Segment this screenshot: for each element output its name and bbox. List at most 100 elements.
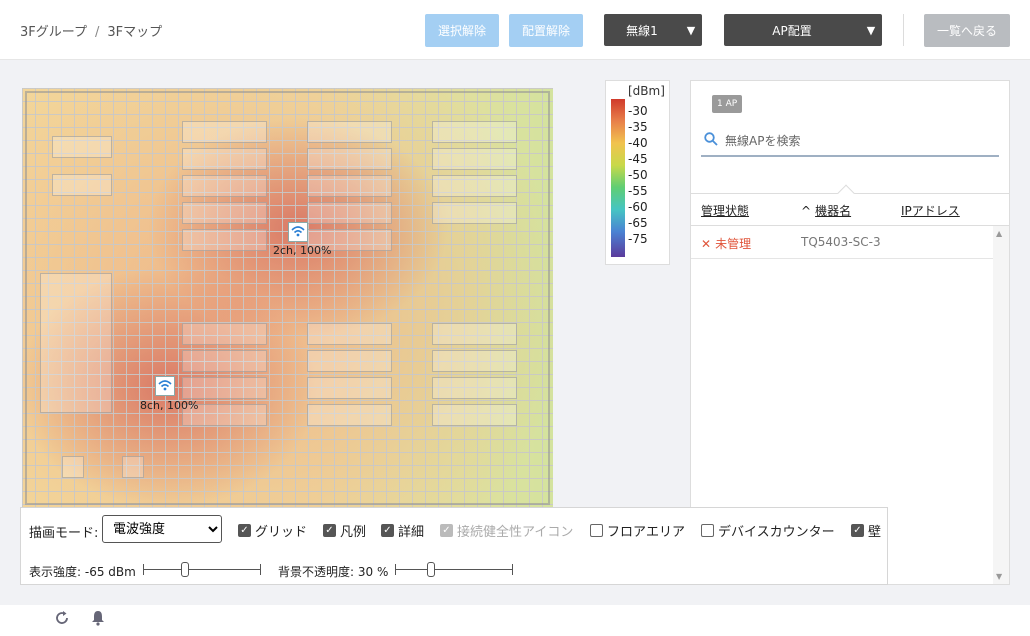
column-header-ip[interactable]: IPアドレス	[901, 202, 960, 219]
checkbox-checked-icon: ✓	[440, 524, 453, 537]
wifi-icon	[291, 225, 305, 240]
footer-bar	[0, 605, 1030, 636]
checkbox-unchecked-icon	[590, 524, 603, 537]
slider-track	[395, 569, 513, 570]
ap-place-dropdown-label: AP配置	[772, 23, 812, 38]
scroll-up-icon[interactable]: ▲	[996, 229, 1002, 238]
ap-place-dropdown[interactable]: AP配置 ▼	[724, 14, 882, 46]
floor-room	[182, 202, 267, 224]
caret-down-icon: ▼	[866, 23, 876, 37]
search-icon	[704, 132, 718, 150]
legend-color-bar	[611, 99, 625, 257]
health-icon-checkbox-label: 接続健全性アイコン	[457, 525, 574, 540]
legend-checkbox-label: 凡例	[340, 525, 367, 540]
slider-track	[143, 569, 261, 570]
ap-search-box	[701, 129, 999, 157]
list-scrollbar[interactable]: ▲ ▼	[993, 226, 1009, 584]
checkbox-checked-icon: ✓	[851, 524, 864, 537]
strength-label: 表示強度: -65 dBm	[29, 565, 136, 579]
mode-select[interactable]: 電波強度	[102, 515, 222, 543]
wall-checkbox-label: 壁	[868, 525, 882, 540]
deselect-button[interactable]: 選択解除	[425, 14, 499, 47]
legend-tick: -50	[628, 168, 648, 182]
floor-room	[182, 148, 267, 170]
back-to-list-button[interactable]: 一覧へ戻る	[924, 14, 1010, 47]
detail-checkbox-label: 詳細	[398, 525, 425, 540]
radio-dropdown-label: 無線1	[626, 23, 658, 38]
floor-area-checkbox[interactable]: フロアエリア	[590, 521, 685, 540]
legend-checkbox[interactable]: ✓ 凡例	[323, 521, 366, 540]
strength-slider-thumb[interactable]	[181, 562, 189, 577]
checkbox-checked-icon: ✓	[238, 524, 251, 537]
detail-checkbox[interactable]: ✓ 詳細	[381, 521, 424, 540]
opacity-label: 背景不透明度: 30 %	[278, 565, 389, 579]
floor-room	[307, 377, 392, 399]
column-header-status[interactable]: 管理状態	[701, 202, 749, 219]
slider-end	[143, 564, 144, 575]
checkbox-checked-icon: ✓	[323, 524, 336, 537]
radio-dropdown[interactable]: 無線1 ▼	[604, 14, 702, 46]
bell-icon[interactable]	[91, 610, 105, 630]
ap-marker-1[interactable]	[288, 222, 308, 242]
legend-unit: [dBm]	[628, 84, 665, 98]
floor-room	[432, 121, 517, 143]
floor-room	[307, 175, 392, 197]
column-header-device[interactable]: ^ 機器名	[801, 202, 851, 219]
legend-tick: -75	[628, 232, 648, 246]
floor-room	[182, 323, 267, 345]
legend-tick: -45	[628, 152, 648, 166]
floor-room	[307, 202, 392, 224]
ap-marker-1-label: 2ch, 100%	[273, 244, 332, 257]
floor-room	[307, 148, 392, 170]
toolbar-divider	[903, 14, 904, 46]
table	[62, 456, 84, 478]
floor-room	[182, 377, 267, 399]
table	[122, 456, 144, 478]
floor-room	[182, 121, 267, 143]
legend-ticks: -30 -35 -40 -45 -50 -55 -60 -65 -75	[628, 103, 648, 247]
device-name-cell: TQ5403-SC-3	[801, 235, 881, 249]
scroll-down-icon[interactable]: ▼	[996, 572, 1002, 581]
floor-room	[432, 323, 517, 345]
floor-map[interactable]: 2ch, 100% 8ch, 100%	[22, 88, 553, 508]
floor-room	[432, 350, 517, 372]
close-icon: ✕	[701, 237, 712, 251]
grid-checkbox[interactable]: ✓ グリッド	[238, 521, 307, 540]
unplace-button[interactable]: 配置解除	[509, 14, 583, 47]
device-counter-checkbox[interactable]: デバイスカウンター	[701, 521, 835, 540]
floor-room	[432, 377, 517, 399]
breadcrumb: 3Fグループ / 3Fマップ	[20, 21, 162, 40]
legend-tick: -55	[628, 184, 648, 198]
floor-room	[307, 404, 392, 426]
wifi-icon	[158, 379, 172, 394]
ap-marker-2[interactable]	[155, 376, 175, 396]
status-cell: ✕ 未管理	[701, 235, 751, 252]
checkbox-unchecked-icon	[701, 524, 714, 537]
status-text: 未管理	[715, 237, 752, 251]
breadcrumb-group[interactable]: 3Fグループ	[20, 25, 87, 40]
header-notch	[837, 184, 855, 202]
health-icon-checkbox: ✓ 接続健全性アイコン	[440, 521, 573, 540]
opacity-slider[interactable]	[395, 562, 513, 577]
legend-tick: -35	[628, 120, 648, 134]
legend-tick: -30	[628, 104, 648, 118]
ap-search-input[interactable]	[725, 131, 995, 151]
table-row[interactable]: ✕ 未管理 TQ5403-SC-3	[691, 226, 993, 259]
opacity-slider-thumb[interactable]	[427, 562, 435, 577]
floor-room	[182, 175, 267, 197]
column-header-device-label: 機器名	[815, 204, 852, 218]
floor-room	[432, 202, 517, 224]
top-bar: 3Fグループ / 3Fマップ 選択解除 配置解除 無線1 ▼ AP配置 ▼ 一覧へ戻…	[0, 0, 1030, 60]
map-controls: 描画モード: 電波強度 ✓ グリッド ✓ 凡例 ✓ 詳細 ✓ 接続健全性アイコン フロア…	[20, 507, 888, 585]
legend-tick: -65	[628, 216, 648, 230]
floor-room	[432, 175, 517, 197]
caret-down-icon: ▼	[686, 23, 696, 37]
floor-room	[307, 323, 392, 345]
stairwell	[40, 273, 112, 413]
wall-checkbox[interactable]: ✓ 壁	[851, 521, 881, 540]
floor-room	[52, 136, 112, 158]
refresh-icon[interactable]	[54, 610, 70, 630]
mode-label: 描画モード:	[29, 526, 99, 541]
strength-slider[interactable]	[143, 562, 261, 577]
floor-room	[182, 350, 267, 372]
